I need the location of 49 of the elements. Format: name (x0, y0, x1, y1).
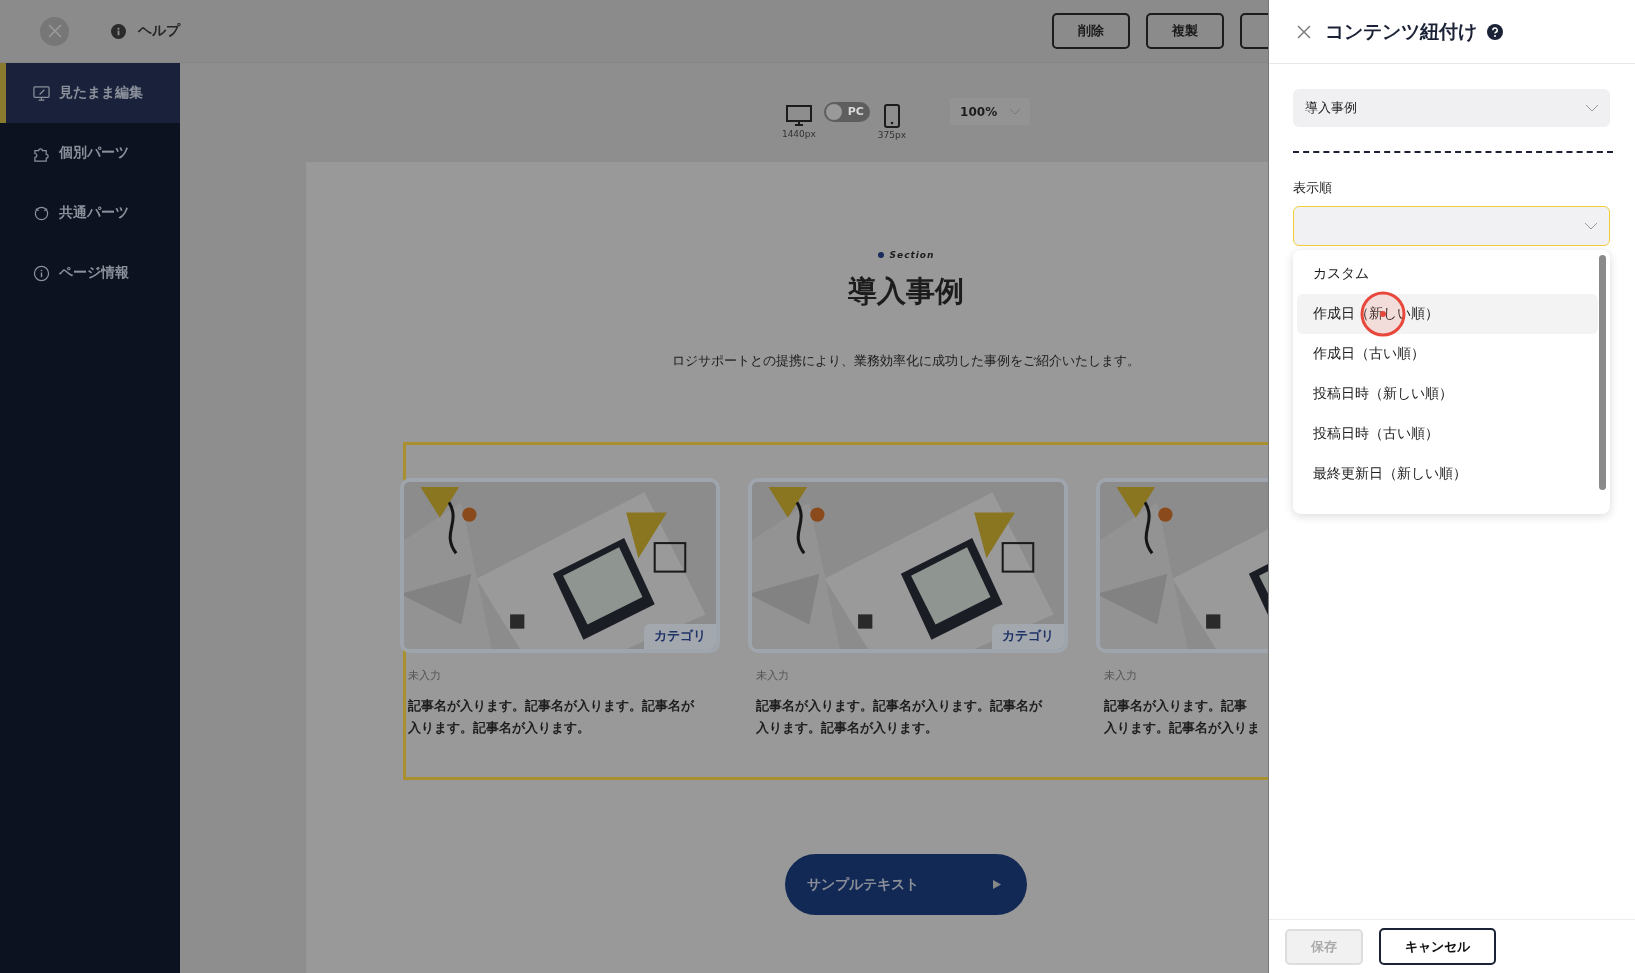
device-toggle[interactable]: PC (823, 101, 870, 122)
cancel-button[interactable]: キャンセル (1379, 928, 1496, 965)
card-thumbnail[interactable]: カテゴリ (400, 478, 720, 653)
close-icon[interactable] (1297, 24, 1311, 39)
chevron-down-icon (1010, 108, 1021, 115)
card-title: 記事名が入ります。記事名が入ります。記事名が 入ります。記事名が入ります。 (756, 697, 1044, 737)
panel-title: コンテンツ紐付け (1325, 18, 1477, 44)
field-label: 表示順 (1293, 179, 1333, 197)
toolbar-button[interactable]: 複製 (1146, 13, 1224, 49)
cta-button[interactable]: サンプルテキスト (785, 854, 1027, 915)
desktop-icon[interactable] (785, 104, 812, 127)
badge-icon (33, 204, 50, 222)
width-label: 1440px (781, 128, 816, 139)
category-tag: カテゴリ (644, 624, 716, 649)
toolbar-button[interactable]: 削除 (1052, 13, 1130, 49)
card-title: 記事名が入ります。記事 入ります。記事名が入りま (1104, 697, 1261, 737)
sidebar-item[interactable]: 見たまま編集 (0, 63, 180, 123)
chevron-down-icon (1585, 222, 1597, 230)
dropdown-option[interactable]: 作成日（古い順） (1297, 334, 1598, 374)
monitor-icon (33, 84, 50, 102)
section-label: Section (889, 250, 935, 260)
dropdown-option[interactable]: 投稿日時（古い順） (1297, 414, 1598, 454)
sidebar-item[interactable]: 共通パーツ (0, 183, 180, 243)
card-thumbnail[interactable]: カテゴリ (748, 478, 1068, 653)
info-icon (111, 23, 126, 39)
card-title: 記事名が入ります。記事名が入ります。記事名が 入ります。記事名が入ります。 (408, 697, 696, 737)
help-link[interactable]: ヘルプ (138, 22, 180, 40)
help-icon[interactable] (1487, 23, 1503, 40)
sidebar-item[interactable]: ページ情報 (0, 243, 180, 303)
section-title: 導入事例 (847, 273, 965, 310)
dropdown-option[interactable]: 投稿日時（新しい順） (1297, 374, 1598, 414)
section-description: ロジサポートとの提携により、業務効率化に成功した事例をご紹介いたします。 (671, 352, 1141, 370)
card-date: 未入力 (1104, 668, 1138, 683)
play-icon (993, 880, 1001, 889)
chevron-down-icon (1586, 104, 1598, 112)
info-icon (33, 264, 50, 282)
zoom-select[interactable]: 100% (950, 98, 1031, 125)
bullet-icon (877, 252, 884, 258)
close-icon (47, 24, 62, 38)
category-tag: カテゴリ (992, 624, 1064, 649)
scrollbar[interactable] (1599, 255, 1606, 490)
width-label: 375px (877, 129, 907, 140)
content-select[interactable]: 導入事例 (1293, 89, 1610, 127)
sidebar-item[interactable]: 個別パーツ (0, 123, 180, 183)
dropdown-option[interactable]: カスタム (1297, 254, 1598, 294)
card-date: 未入力 (408, 668, 442, 683)
phone-icon[interactable] (883, 103, 900, 128)
card-date: 未入力 (756, 668, 790, 683)
dropdown-option[interactable]: 最終更新日（新しい順） (1297, 454, 1598, 494)
